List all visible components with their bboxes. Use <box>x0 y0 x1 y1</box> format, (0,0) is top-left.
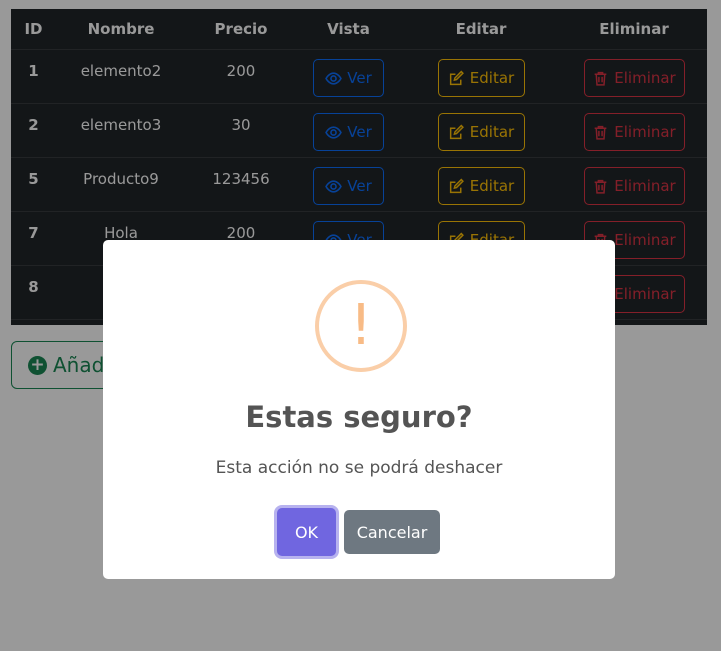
dialog-title: Estas seguro? <box>245 400 473 434</box>
dialog-text: Esta acción no se podrá deshacer <box>215 458 503 478</box>
cancel-button[interactable]: Cancelar <box>344 510 440 554</box>
warning-icon: ! <box>315 280 407 372</box>
confirm-dialog: ! Estas seguro? Esta acción no se podrá … <box>103 240 615 579</box>
confirm-button[interactable]: OK <box>277 508 336 556</box>
